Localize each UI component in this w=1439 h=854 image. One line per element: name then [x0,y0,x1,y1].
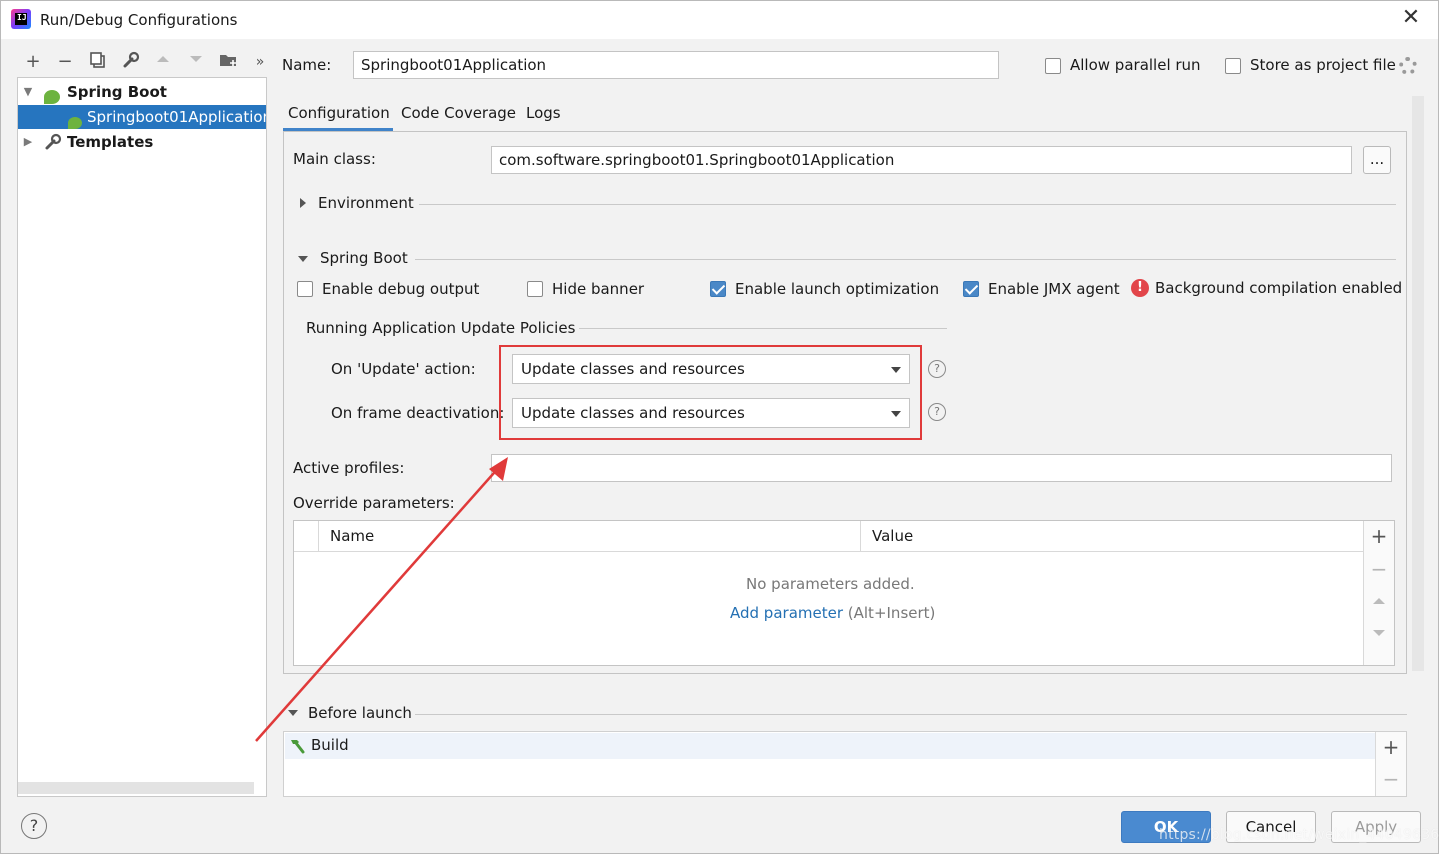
remove-icon[interactable]: − [54,51,76,73]
allow-parallel-label: Allow parallel run [1070,56,1201,74]
move-up-icon[interactable] [152,51,174,73]
annotation-highlight-box [499,345,922,440]
tab-code-coverage[interactable]: Code Coverage [401,104,516,122]
intellij-icon: IJ [11,9,31,29]
on-update-label: On 'Update' action: [331,360,476,378]
tree-horizontal-scrollbar[interactable] [18,782,254,794]
empty-state-text: No parameters added. [746,575,915,593]
launch-optimization-label: Enable launch optimization [735,280,940,298]
help-icon[interactable]: ? [928,403,946,421]
background-compilation-label: Background compilation enabled [1155,279,1403,297]
before-launch-section[interactable]: Before launch [308,704,412,722]
tree-label: Templates [67,133,154,151]
name-input[interactable]: Springboot01Application [353,51,999,79]
launch-optimization-checkbox[interactable] [710,281,726,297]
active-profiles-input[interactable] [491,454,1392,482]
wrench-icon[interactable] [120,51,142,73]
tab-logs[interactable]: Logs [526,104,561,122]
tree-item-templates[interactable]: ▶ Templates [18,130,266,154]
add-icon[interactable]: + [22,51,44,73]
tab-configuration[interactable]: Configuration [288,104,390,122]
shortcut-hint: (Alt+Insert) [847,604,936,622]
jmx-agent-label: Enable JMX agent [988,280,1120,298]
help-icon[interactable]: ? [928,360,946,378]
move-down-icon[interactable] [185,51,207,73]
main-class-input[interactable]: com.software.springboot01.Springboot01Ap… [491,146,1352,174]
browse-button[interactable]: ... [1363,146,1391,174]
remove-icon[interactable]: − [1376,767,1406,791]
before-launch-list: Build + − [283,731,1407,797]
debug-output-checkbox[interactable] [297,281,313,297]
store-project-checkbox[interactable] [1225,58,1241,74]
add-parameter-hint: Add parameter (Alt+Insert) [730,604,935,622]
remove-icon[interactable]: − [1364,557,1394,581]
watermark: https://blog.csdn.net/weixin_44049636 [1159,827,1439,843]
allow-parallel-checkbox[interactable] [1045,58,1061,74]
expanded-arrow-icon[interactable] [288,710,298,716]
wrench-icon [44,133,62,158]
tree-item-springboot01application[interactable]: Springboot01Application [18,105,266,129]
separator [579,328,947,329]
config-tree: ▼ Spring Boot Springboot01Application ▶ … [17,77,267,797]
collapsed-arrow-icon[interactable]: ▶ [22,130,34,154]
list-actions: + − [1375,732,1406,796]
hide-banner-checkbox[interactable] [527,281,543,297]
error-icon: ! [1131,279,1149,297]
hide-banner-label: Hide banner [552,280,645,298]
expanded-arrow-icon[interactable]: ▼ [22,80,34,104]
copy-icon[interactable] [87,51,109,73]
move-down-icon[interactable] [1364,621,1394,645]
collapsed-arrow-icon[interactable] [300,198,306,208]
move-up-icon[interactable] [1364,589,1394,613]
list-item[interactable]: Build [285,733,1375,759]
new-folder-icon[interactable] [218,51,240,73]
help-button[interactable]: ? [21,813,47,839]
debug-output-label: Enable debug output [322,280,480,298]
close-icon[interactable]: ✕ [1399,7,1423,31]
more-icon[interactable]: » [249,51,271,73]
store-project-label: Store as project file [1250,56,1396,74]
main-class-label: Main class: [293,150,376,168]
add-icon[interactable]: + [1364,524,1394,548]
tree-label: Spring Boot [67,83,167,101]
gear-icon[interactable] [1399,57,1417,75]
window-title: Run/Debug Configurations [40,11,238,29]
update-policies-heading: Running Application Update Policies [306,319,576,337]
separator [419,204,1396,205]
tree-item-spring-boot[interactable]: ▼ Spring Boot [18,80,266,104]
vertical-scrollbar[interactable] [1412,96,1424,671]
column-divider [860,521,861,552]
environment-section[interactable]: Environment [318,194,414,212]
add-parameter-link[interactable]: Add parameter [730,604,843,622]
on-frame-label: On frame deactivation: [331,404,505,422]
spring-boot-section[interactable]: Spring Boot [320,249,408,267]
expanded-arrow-icon[interactable] [298,256,308,262]
jmx-agent-checkbox[interactable] [963,281,979,297]
separator [415,259,1396,260]
name-label: Name: [282,56,332,74]
add-icon[interactable]: + [1376,735,1406,759]
hammer-icon [288,737,306,759]
build-label: Build [311,736,349,754]
title-bar: IJ Run/Debug Configurations ✕ [1,1,1438,39]
run-debug-dialog: IJ Run/Debug Configurations ✕ + − » ▼ Sp… [0,0,1439,854]
separator [415,714,1407,715]
column-header-value[interactable]: Value [872,527,913,545]
tree-label: Springboot01Application [87,108,266,126]
table-actions: + − [1363,521,1394,665]
